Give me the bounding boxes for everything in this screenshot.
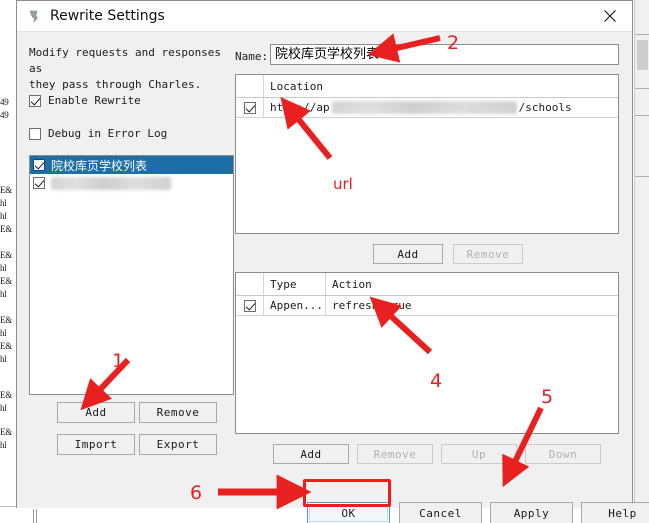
rule-row-type: Appen... [264, 296, 326, 315]
background-text-fragment: hl [0, 211, 7, 221]
annotation-marker-4: 4 [430, 370, 443, 392]
name-label: Name: [235, 50, 269, 63]
screen: 49 49 E& hl hl E& E& hl E& hl E& hl E& h… [0, 0, 649, 523]
rules-col-check [236, 273, 264, 295]
location-col-check [236, 75, 264, 97]
location-table[interactable]: Location http://ap /schools [235, 74, 619, 234]
dialog-description: Modify requests and responses as they pa… [29, 45, 229, 93]
cancel-button[interactable]: Cancel [399, 502, 482, 523]
rules-add-button[interactable]: Add [273, 444, 349, 464]
background-text-fragment: E& [0, 250, 13, 260]
background-text-fragment: hl [0, 440, 7, 450]
background-divider [635, 34, 649, 35]
ok-button[interactable]: OK [307, 502, 390, 523]
background-text-fragment: hl [0, 289, 7, 299]
rules-col-action: Action [332, 277, 372, 291]
rule-add-button[interactable]: Add [57, 402, 135, 423]
rules-remove-button: Remove [357, 444, 433, 464]
rule-remove-button[interactable]: Remove [139, 402, 217, 423]
rewrite-rule-list[interactable]: 院校库页学校列表 [29, 155, 234, 395]
enable-rewrite-label: Enable Rewrite [48, 94, 141, 107]
rules-up-button: Up [441, 444, 517, 464]
background-scrollbar-thumb[interactable] [637, 40, 648, 70]
background-left-column: 49 49 E& hl hl E& E& hl E& hl E& hl E& h… [0, 0, 17, 523]
debug-error-log-label: Debug in Error Log [48, 127, 168, 140]
rule-row-checkbox-cell[interactable] [236, 296, 264, 315]
background-text-fragment: E& [0, 276, 13, 286]
annotation-marker-1: 1 [112, 350, 125, 372]
location-col-location: Location [270, 79, 323, 93]
rules-down-button: Down [525, 444, 601, 464]
location-table-header: Location [236, 75, 618, 98]
location-remove-button: Remove [453, 244, 523, 264]
table-row[interactable]: Appen... refresh:true [236, 296, 618, 316]
table-row[interactable]: http://ap /schools [236, 98, 618, 118]
help-button[interactable]: Help [581, 502, 649, 523]
close-icon[interactable] [587, 1, 632, 31]
dialog-body: Modify requests and responses as they pa… [17, 32, 649, 523]
background-tick [36, 509, 37, 523]
rewrite-settings-dialog: Rewrite Settings Modify requests and res… [16, 0, 649, 523]
background-text-fragment: E& [0, 390, 13, 400]
location-enabled-checkbox[interactable] [243, 101, 256, 114]
apply-button[interactable]: Apply [490, 502, 573, 523]
rule-enabled-checkbox[interactable] [33, 177, 45, 189]
list-item-label-redacted [51, 176, 171, 190]
list-item[interactable] [30, 174, 233, 192]
dialog-title: Rewrite Settings [50, 8, 165, 24]
background-text-fragment: E& [0, 185, 13, 195]
rule-enabled-checkbox[interactable] [33, 159, 45, 171]
background-text-fragment: E& [0, 427, 13, 437]
background-tick [33, 509, 34, 523]
location-add-button[interactable]: Add [373, 244, 443, 264]
description-line-1: Modify requests and responses as [29, 46, 222, 75]
location-prefix: http://ap [270, 101, 330, 114]
annotation-marker-2: 2 [447, 32, 460, 54]
charles-app-icon [26, 9, 41, 24]
checkbox-box[interactable] [29, 127, 41, 140]
rule-row-enabled-checkbox[interactable] [243, 299, 256, 312]
background-text-fragment: 49 [0, 110, 9, 120]
description-line-2: they pass through Charles. [29, 78, 202, 91]
name-input[interactable]: 院校库页学校列表 [270, 44, 619, 65]
location-redacted-middle [331, 101, 517, 114]
background-text-fragment: hl [0, 198, 7, 208]
background-text-fragment: hl [0, 403, 7, 413]
background-text-fragment: hl [0, 354, 7, 364]
dialog-titlebar[interactable]: Rewrite Settings [17, 1, 632, 32]
background-text-fragment: hl [0, 328, 7, 338]
checkbox-box[interactable] [29, 94, 41, 107]
rule-row-action: refresh:true [332, 299, 412, 312]
annotation-marker-6: 6 [190, 482, 203, 504]
debug-error-log-checkbox[interactable]: Debug in Error Log [29, 127, 167, 140]
annotation-label-url: url [333, 175, 353, 193]
location-row-checkbox-cell[interactable] [236, 98, 264, 117]
rules-table[interactable]: Type Action Appen... refresh:true [235, 272, 619, 434]
rule-import-button[interactable]: Import [57, 434, 135, 455]
background-divider [635, 88, 649, 89]
list-item[interactable]: 院校库页学校列表 [30, 156, 233, 174]
background-scrollbar[interactable] [634, 0, 649, 523]
background-text-fragment: 49 [0, 97, 9, 107]
background-text-fragment: hl [0, 263, 7, 273]
rules-col-type: Type [264, 273, 326, 295]
location-row-value: http://ap /schools [264, 98, 618, 117]
background-divider [635, 115, 649, 116]
background-text-fragment: E& [0, 341, 13, 351]
background-text-fragment: E& [0, 315, 13, 325]
rules-table-header: Type Action [236, 273, 618, 296]
enable-rewrite-checkbox[interactable]: Enable Rewrite [29, 94, 141, 107]
location-suffix: /schools [518, 101, 572, 114]
annotation-marker-5: 5 [541, 386, 554, 408]
background-text-fragment: E& [0, 224, 13, 234]
rule-export-button[interactable]: Export [139, 434, 217, 455]
background-divider [635, 176, 649, 177]
list-item-label: 院校库页学校列表 [51, 158, 148, 173]
